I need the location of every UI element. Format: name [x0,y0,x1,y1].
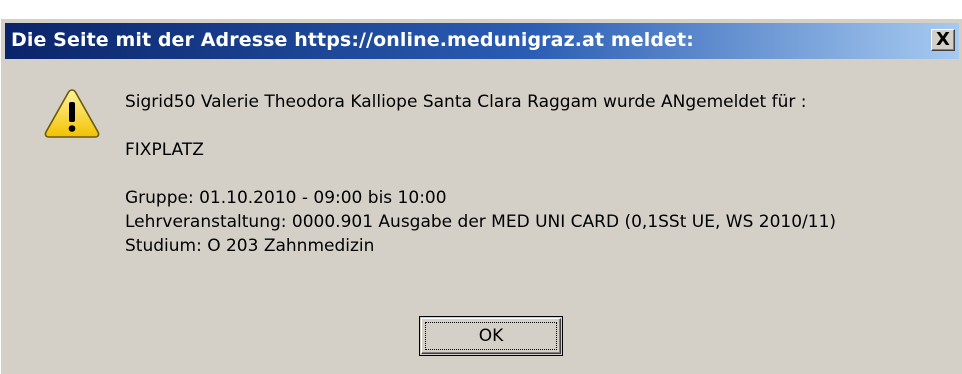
close-button[interactable]: X [931,29,955,51]
message-line: Studium: O 203 Zahnmedizin [125,236,375,256]
warning-icon [44,89,100,138]
title-bar[interactable]: Die Seite mit der Adresse https://online… [5,23,959,59]
dialog-title: Die Seite mit der Adresse https://online… [11,29,694,51]
ok-button-label: OK [425,322,557,350]
alert-dialog: Die Seite mit der Adresse https://online… [0,18,962,374]
message-line: Sigrid50 Valerie Theodora Kalliope Santa… [125,92,807,112]
dialog-message: Sigrid50 Valerie Theodora Kalliope Santa… [125,90,955,258]
message-line: Lehrveranstaltung: 0000.901 Ausgabe der … [125,212,837,232]
message-line [125,162,955,186]
ok-button[interactable]: OK [419,316,563,356]
message-line: FIXPLATZ [125,140,204,160]
message-line: Gruppe: 01.10.2010 - 09:00 bis 10:00 [125,188,447,208]
message-line [125,114,955,138]
